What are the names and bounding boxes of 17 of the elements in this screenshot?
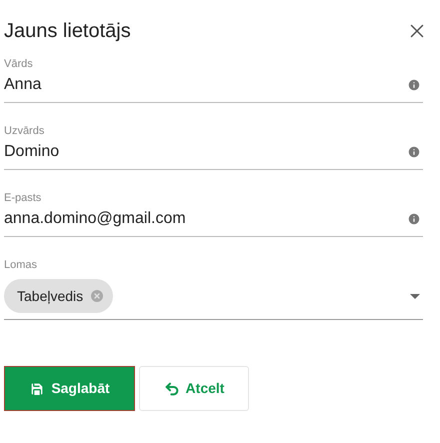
cancel-button[interactable]: Atcelt xyxy=(139,366,249,411)
field-label: Uzvārds xyxy=(4,124,46,139)
undo-arrow-icon xyxy=(164,380,180,396)
info-icon xyxy=(407,212,421,226)
input-field[interactable]: anna.domino@gmail.com xyxy=(4,206,423,232)
info-icon xyxy=(407,145,421,159)
dropdown-caret-icon xyxy=(410,294,420,298)
info-icon xyxy=(407,78,421,92)
field-label: Vārds xyxy=(4,57,34,72)
save-button[interactable]: Saglabāt xyxy=(4,366,135,411)
field-label: Lomas xyxy=(4,258,38,273)
dialog-title: Jauns lietotājs xyxy=(4,19,131,44)
input-field[interactable]: Anna xyxy=(4,72,423,98)
role-chip[interactable]: Tabeļvedis xyxy=(4,279,114,313)
input-field[interactable]: Domino xyxy=(4,139,423,165)
select-field[interactable]: Tabeļvedis xyxy=(4,279,423,313)
field-label: E-pasts xyxy=(4,191,42,206)
